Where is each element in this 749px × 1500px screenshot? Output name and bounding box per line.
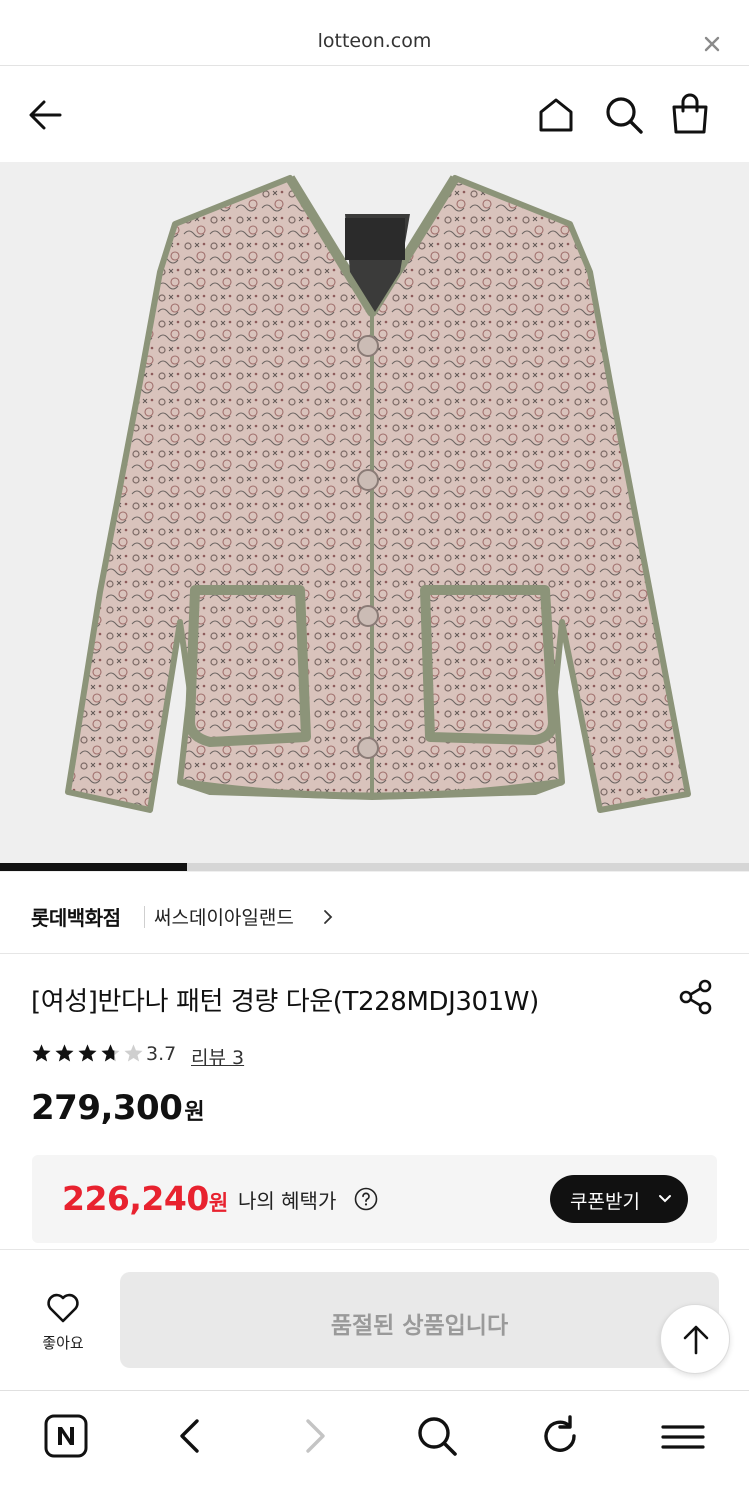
soldout-label: 품절된 상품입니다 [330, 1313, 509, 1339]
arrow-up-icon [683, 1325, 709, 1355]
benefit-price-unit: 원 [208, 1191, 228, 1215]
like-button[interactable]: 좋아요 [30, 1292, 96, 1362]
search-icon[interactable] [414, 1413, 460, 1459]
browser-url-bar: lotteon.com [0, 0, 749, 66]
brand-row: 롯데백화점 써스데이아일랜드 [0, 872, 749, 954]
store-name[interactable]: 롯데백화점 [31, 902, 121, 931]
product-price: 279,300원 [31, 1088, 205, 1128]
chevron-right-icon[interactable] [322, 909, 334, 925]
heart-icon [47, 1293, 79, 1323]
benefit-label: 나의 혜택가 [238, 1189, 337, 1213]
naver-n-icon[interactable] [43, 1413, 89, 1459]
benefit-price: 226,240원 [62, 1179, 228, 1218]
coupon-button[interactable]: 쿠폰받기 [550, 1175, 688, 1223]
menu-icon[interactable] [660, 1413, 706, 1459]
rating-stars [31, 1042, 144, 1064]
star-icon [31, 1042, 52, 1064]
divider [144, 906, 145, 928]
purchase-bar: 좋아요 품절된 상품입니다 [0, 1249, 749, 1390]
url-domain[interactable]: lotteon.com [0, 30, 749, 52]
home-icon[interactable] [534, 93, 578, 137]
star-icon [77, 1042, 98, 1064]
brand-name[interactable]: 써스데이아일랜드 [154, 903, 294, 930]
product-image-gallery[interactable] [0, 162, 749, 872]
rating-value: 3.7 [146, 1043, 177, 1065]
star-icon [54, 1042, 75, 1064]
soldout-button[interactable]: 품절된 상품입니다 [120, 1272, 719, 1368]
like-label: 좋아요 [42, 1334, 84, 1352]
forward-chevron-icon[interactable] [291, 1413, 337, 1459]
benefit-price-amount: 226,240 [62, 1179, 209, 1218]
back-chevron-icon[interactable] [168, 1413, 214, 1459]
review-link[interactable]: 리뷰 3 [191, 1043, 244, 1070]
price-unit: 원 [184, 1100, 205, 1125]
jacket-product-image [65, 175, 691, 813]
scroll-top-button[interactable] [660, 1304, 730, 1374]
reload-icon[interactable] [537, 1413, 583, 1459]
benefit-price-box: 226,240원 나의 혜택가 쿠폰받기 [32, 1155, 717, 1243]
search-icon[interactable] [602, 93, 646, 137]
browser-toolbar [0, 1390, 749, 1500]
coupon-button-label: 쿠폰받기 [570, 1191, 640, 1213]
product-title: [여성]반다나 패턴 경량 다운(T228MDJ301W) [31, 987, 539, 1017]
star-half-icon [100, 1042, 121, 1064]
question-circle-icon[interactable] [354, 1187, 378, 1211]
gallery-progress-fill [0, 863, 188, 871]
gallery-progress-bar [0, 863, 749, 871]
shopping-bag-icon[interactable] [668, 91, 712, 137]
star-empty-icon [123, 1042, 144, 1064]
share-icon[interactable] [677, 978, 715, 1016]
arrow-left-icon[interactable] [26, 95, 66, 135]
price-amount: 279,300 [31, 1088, 183, 1128]
chevron-down-icon [659, 1195, 671, 1203]
close-icon[interactable] [701, 33, 723, 55]
site-header [0, 67, 749, 162]
